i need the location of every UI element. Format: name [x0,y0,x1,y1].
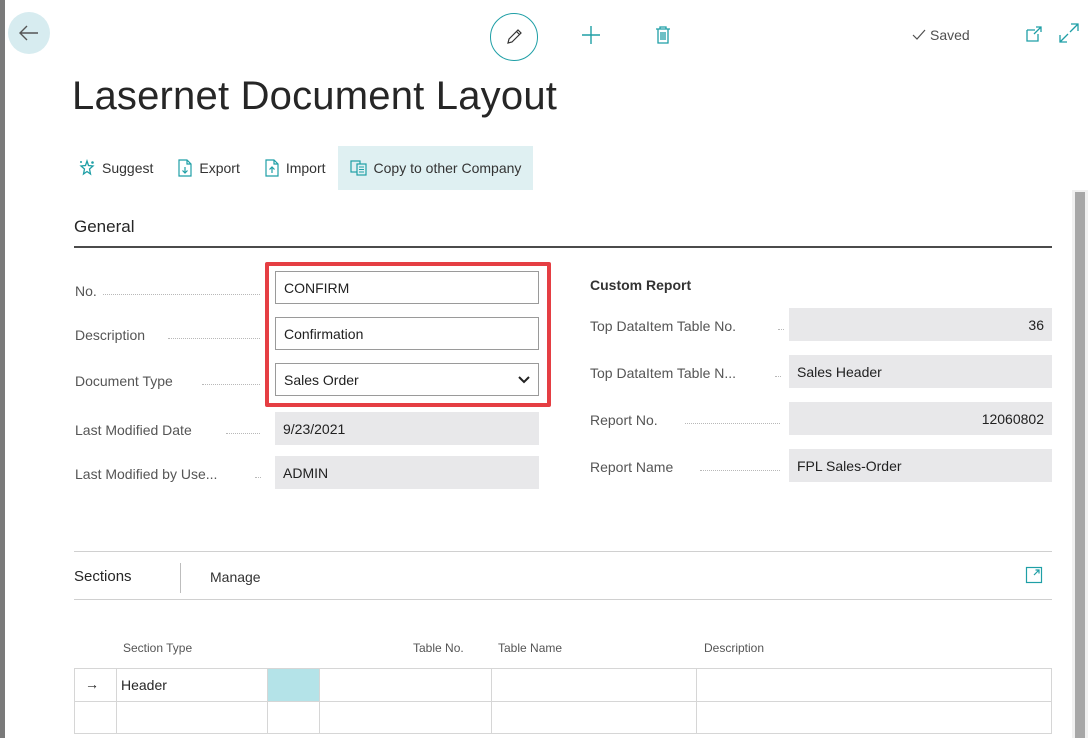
row-marker-cell[interactable] [75,702,117,734]
general-section-title[interactable]: General [74,217,134,237]
report-no-text: 12060802 [981,410,1044,427]
edit-button[interactable] [490,13,538,61]
copy-to-other-company-action[interactable]: Copy to other Company [337,146,534,190]
action-bar: Suggest Export Import Copy to other Comp… [66,146,534,190]
new-button[interactable] [578,22,604,48]
top-table-name-text: Sales Header [797,363,882,380]
last-modified-by-value: ADMIN [275,456,539,489]
report-no-value: 12060802 [789,402,1052,435]
section-type-cell[interactable] [117,702,268,734]
document-type-label-dots [202,384,260,385]
row-marker-cell[interactable]: → [75,669,117,702]
top-table-name-label-dots [775,376,781,377]
saved-status: Saved [912,27,970,43]
top-table-no-text: 36 [1028,316,1044,333]
top-table-name-label: Top DataItem Table N... [590,365,737,381]
description-cell[interactable] [697,669,1051,702]
trash-icon [656,26,670,44]
last-modified-date-label-dots [226,433,260,434]
sections-divider [74,599,1052,600]
suggest-label: Suggest [102,160,154,176]
last-modified-date-value: 9/23/2021 [275,412,539,445]
top-table-no-label: Top DataItem Table No. [590,318,737,334]
table-no-cell[interactable] [320,702,492,734]
plus-icon [582,26,600,44]
row-arrow-icon: → [85,676,99,692]
general-section-divider [74,246,1052,248]
suggest-action[interactable]: Suggest [66,146,165,190]
sections-title[interactable]: Sections [74,568,132,585]
top-table-no-value: 36 [789,308,1052,341]
open-new-window-icon[interactable] [1024,24,1044,44]
delete-button[interactable] [652,22,674,48]
no-label: No. [75,283,97,299]
report-name-label: Report Name [590,459,674,475]
suggest-icon [79,159,95,176]
page-title: Lasernet Document Layout [72,74,558,118]
copy-to-other-company-label: Copy to other Company [373,160,522,176]
section-type-value: Header [121,677,167,693]
column-header-table-no[interactable]: Table No. [413,641,464,655]
selected-cell[interactable] [268,669,320,702]
description-label: Description [75,327,146,343]
table-name-cell[interactable] [492,669,697,702]
annotation-highlight-box [265,262,551,407]
report-name-text: FPL Sales-Order [797,457,902,474]
back-button[interactable] [8,12,50,54]
expand-icon[interactable] [1058,22,1080,44]
export-action[interactable]: Export [165,146,251,190]
column-header-table-name[interactable]: Table Name [498,641,562,655]
report-no-label-dots [685,423,780,424]
last-modified-date-text: 9/23/2021 [283,420,346,437]
custom-report-group-title: Custom Report [590,277,692,293]
export-label: Export [199,160,240,176]
pencil-icon [507,29,522,44]
report-name-label-dots [700,470,780,471]
import-icon [265,159,279,177]
copy-icon [349,160,367,176]
export-icon [178,159,192,177]
import-label: Import [285,160,326,176]
sections-separator [180,563,181,593]
column-header-section-type[interactable]: Section Type [123,641,192,655]
arrow-left-icon [19,25,38,41]
last-modified-by-label-dots [255,477,261,478]
description-cell[interactable] [697,702,1051,734]
page-frame: Saved Lasernet Document Layout Suggest E… [0,0,1088,738]
scrollbar-thumb[interactable] [1075,192,1085,738]
expand-part-icon[interactable] [1025,566,1043,584]
no-label-dots [103,294,260,295]
column-header-description[interactable]: Description [704,641,764,655]
saved-label: Saved [930,27,970,43]
sections-grid: → Header [74,668,1052,734]
table-name-cell[interactable] [492,702,697,734]
report-no-label: Report No. [590,412,658,428]
last-modified-by-label: Last Modified by Use... [75,466,218,482]
window-left-edge [0,0,5,738]
last-modified-by-text: ADMIN [283,464,329,481]
section-type-cell[interactable]: Header [117,669,268,702]
check-icon [912,29,926,40]
empty-cell[interactable] [268,702,320,734]
document-type-label: Document Type [75,373,173,389]
last-modified-date-label: Last Modified Date [75,422,192,438]
description-label-dots [168,338,260,339]
top-table-no-label-dots [778,329,784,330]
table-no-cell[interactable] [320,669,492,702]
report-name-value: FPL Sales-Order [789,449,1052,482]
top-table-name-value: Sales Header [789,355,1052,388]
manage-menu[interactable]: Manage [210,569,261,585]
import-action[interactable]: Import [252,146,338,190]
